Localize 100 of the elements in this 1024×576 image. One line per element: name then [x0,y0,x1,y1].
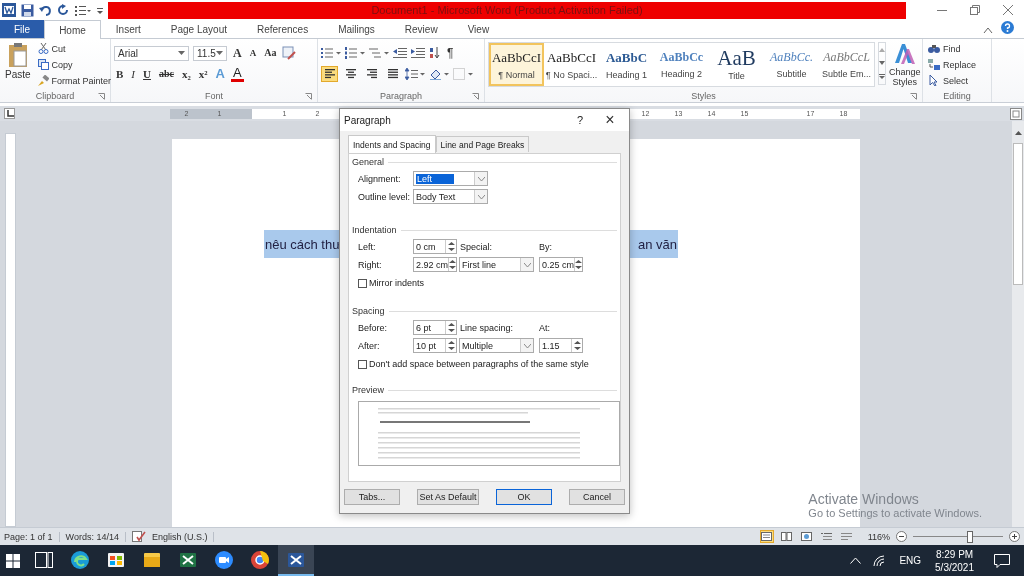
scroll-down-icon[interactable] [879,61,885,65]
change-styles-button[interactable]: Change Styles [889,41,921,89]
numbering-icon[interactable] [345,47,365,59]
ribbon-tab[interactable]: Page Layout [155,20,242,38]
spinner-icon[interactable] [573,341,581,350]
cut-button[interactable]: Cut [35,41,114,56]
word-count[interactable]: Words: 14/14 [65,531,126,542]
font-color-button[interactable]: A [231,66,244,82]
format-painter-button[interactable]: Format Painter [35,73,114,88]
save-icon[interactable] [21,3,34,17]
ribbon-tab[interactable]: View [452,20,505,38]
spacing-before-field[interactable]: 6 pt [413,320,457,335]
dialog-tab[interactable]: Line and Page Breaks [435,136,530,152]
spinner-icon[interactable] [447,341,455,350]
zoom-out-icon[interactable] [896,531,907,542]
font-size-field[interactable]: 11.5 [193,45,227,61]
superscript-button[interactable]: x² [196,67,210,81]
special-dropdown[interactable]: First line [459,257,534,272]
minimize-ribbon-icon[interactable] [983,26,993,34]
bold-button[interactable]: B [114,67,126,81]
change-case-button[interactable]: Aa [262,46,279,60]
view-button[interactable] [839,530,854,543]
multilevel-list-icon[interactable] [369,47,389,59]
shrink-font-button[interactable]: A [247,46,259,60]
undo-icon[interactable] [39,3,52,17]
style-item[interactable]: AaB Title [709,43,764,86]
ribbon-tab[interactable]: Insert [100,20,156,38]
zoom-in-icon[interactable] [1009,531,1020,542]
dialog-tab[interactable]: Indents and Spacing [348,135,436,153]
spinner-icon[interactable] [575,260,582,269]
show-marks-button[interactable]: ¶ [445,46,456,60]
chevron-up-icon[interactable] [850,557,862,564]
mirror-indents-checkbox[interactable] [358,278,367,288]
style-item[interactable]: AaBbCc. Subtitle [764,43,819,86]
subscript-button[interactable]: x₂ [179,67,193,81]
input-language[interactable]: ENG [899,555,922,566]
find-button[interactable]: Find [926,41,988,56]
outline-level-dropdown[interactable]: Body Text [413,189,488,204]
help-icon[interactable] [1001,21,1014,34]
proofing-icon[interactable] [131,531,146,542]
page-count[interactable]: Page: 1 of 1 [4,531,60,542]
zoom-level[interactable]: 116% [867,531,890,542]
list-icon[interactable] [75,3,91,17]
more-icon[interactable] [879,74,885,80]
ribbon-tab[interactable]: Review [389,20,453,38]
sort-icon[interactable] [429,47,441,59]
spinner-icon[interactable] [449,260,456,269]
dialog-button[interactable]: Cancel [569,489,625,505]
style-item[interactable]: AaBbCcI ¶ No Spaci... [544,43,599,86]
language-indicator[interactable]: English (U.S.) [151,531,215,542]
spinner-icon[interactable] [447,323,455,332]
alignment-dropdown[interactable]: Left [413,171,488,186]
clock-date[interactable]: 5/3/2021 [935,560,974,574]
left-indent-field[interactable]: 0 cm [413,239,457,254]
notifications-icon[interactable] [994,553,1010,568]
decrease-indent-icon[interactable] [393,47,407,59]
clear-formatting-icon[interactable] [282,46,297,60]
view-ruler-icon[interactable] [1010,107,1022,120]
line-spacing-dropdown[interactable]: Multiple [459,338,534,353]
grow-font-button[interactable]: A [231,46,244,60]
dont-add-space-checkbox[interactable] [358,359,367,369]
paste-button[interactable]: Paste [3,41,33,89]
dialog-launcher-icon[interactable] [472,93,479,100]
style-item[interactable]: AaBbC Heading 1 [599,43,654,86]
file-tab[interactable]: File [0,20,45,38]
underline-button[interactable]: U [141,67,153,81]
taskbar-button[interactable] [278,545,314,576]
replace-button[interactable]: Replace [926,57,988,72]
font-name-field[interactable]: Arial [114,45,189,61]
close-icon[interactable] [1002,5,1013,15]
view-button[interactable] [779,530,794,543]
view-button[interactable] [819,530,834,543]
dialog-button[interactable]: Tabs... [344,489,400,505]
view-button[interactable] [759,530,774,543]
bullets-icon[interactable] [321,47,341,59]
redo-icon[interactable] [57,3,70,17]
spacing-after-field[interactable]: 10 pt [413,338,457,353]
by-field[interactable]: 0.25 cm [539,257,583,272]
vertical-scrollbar[interactable] [1012,121,1024,527]
scroll-thumb[interactable] [1013,143,1023,285]
zoom-slider-thumb[interactable] [966,531,973,543]
view-button[interactable] [799,530,814,543]
clock-time[interactable]: 8:29 PM [935,547,974,561]
windows-start-icon[interactable] [6,553,20,568]
dialog-button[interactable]: OK [496,489,552,505]
italic-button[interactable]: I [129,67,137,81]
dialog-button[interactable]: Set As Default [417,489,479,505]
copy-button[interactable]: Copy [35,57,114,72]
strikethrough-button[interactable]: abc [156,67,176,81]
select-button[interactable]: Select [926,73,988,88]
ribbon-tab[interactable]: Home [44,20,101,39]
scroll-up-icon[interactable] [1014,131,1022,135]
ribbon-tab[interactable]: Mailings [323,20,390,38]
style-item[interactable]: AaBbCc Heading 2 [654,43,709,86]
dialog-launcher-icon[interactable] [305,93,312,100]
spinner-icon[interactable] [447,242,455,251]
line-spacing-icon[interactable] [405,68,425,80]
right-indent-field[interactable]: 2.92 cm [413,257,457,272]
restore-icon[interactable] [970,5,980,15]
shading-icon[interactable] [429,68,449,80]
